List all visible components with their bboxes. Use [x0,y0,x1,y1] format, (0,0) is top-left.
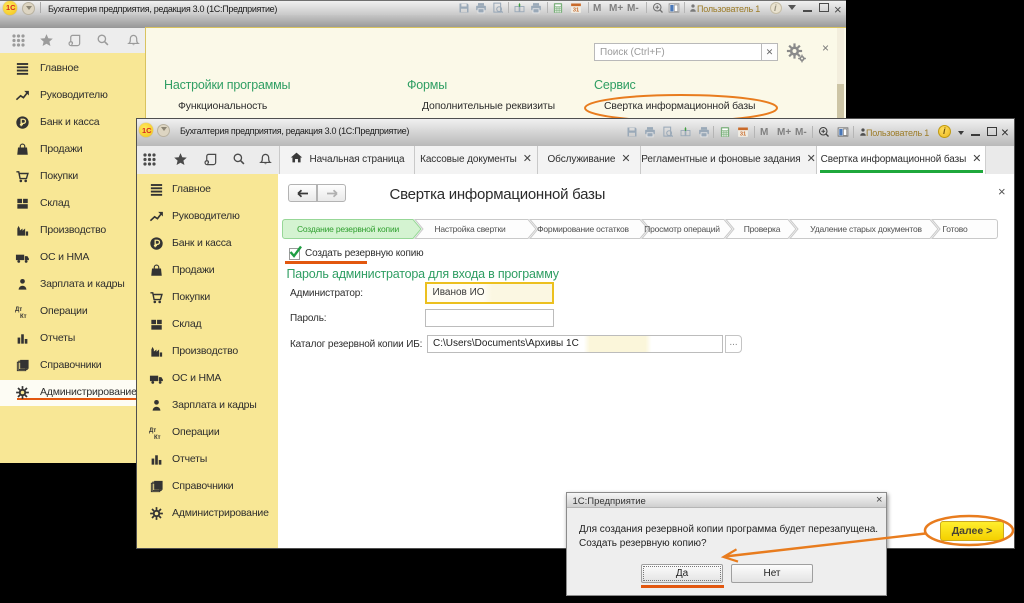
svg-text:Удаление старых документов: Удаление старых документов [810,224,922,234]
svg-text:Проверка: Проверка [744,224,781,234]
svg-text:Настройка свертки: Настройка свертки [434,224,506,234]
svg-text:Формирование остатков: Формирование остатков [537,224,629,234]
svg-text:Готово: Готово [942,224,968,234]
svg-text:Просмотр операций: Просмотр операций [644,224,720,234]
svg-text:Создание резервной копии: Создание резервной копии [297,224,400,234]
